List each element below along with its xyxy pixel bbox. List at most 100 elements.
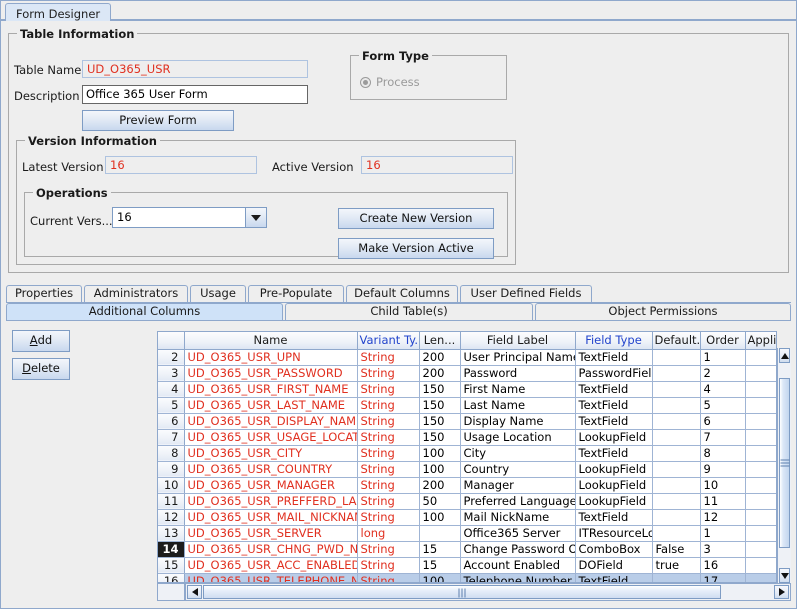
column-header-name[interactable]: Name	[184, 332, 358, 350]
cell-default_value[interactable]	[652, 445, 701, 462]
cell-order[interactable]: 17	[700, 573, 746, 582]
cell-application_profile[interactable]	[745, 541, 776, 558]
chevron-down-icon[interactable]	[245, 208, 266, 227]
cell-default_value[interactable]	[652, 573, 701, 582]
cell-order[interactable]: 1	[700, 525, 746, 542]
cell-length[interactable]: 100	[419, 461, 461, 478]
row-number-cell[interactable]: 5	[158, 397, 185, 414]
table-row[interactable]: 5 UD_O365_USR_LAST_NAME String 150 Last Name…	[158, 397, 776, 414]
cell-field_label[interactable]: Telephone Number	[460, 573, 576, 582]
current-version-combo[interactable]: 16	[112, 207, 267, 228]
table-row[interactable]: 15 UD_O365_USR_ACC_ENABLED String 15 Account…	[158, 557, 776, 574]
cell-length[interactable]: 15	[419, 541, 461, 558]
cell-order[interactable]: 4	[700, 381, 746, 398]
row-number-cell[interactable]: 9	[158, 461, 185, 478]
cell-field_type[interactable]: DOField	[575, 557, 653, 574]
column-header-rownum[interactable]	[158, 332, 185, 350]
tab-pre-populate[interactable]: Pre-Populate	[248, 285, 344, 302]
table-row[interactable]: 8 UD_O365_USR_CITY String 100 City TextField 8	[158, 445, 776, 462]
tab-administrators[interactable]: Administrators	[84, 285, 188, 302]
cell-length[interactable]: 200	[419, 477, 461, 494]
cell-order[interactable]: 6	[700, 413, 746, 430]
cell-name[interactable]: UD_O365_USR_CHNG_PWD_NXT_LOGIN	[184, 541, 358, 558]
cell-name[interactable]: UD_O365_USR_DISPLAY_NAME	[184, 413, 358, 430]
description-input[interactable]: Office 365 User Form	[82, 85, 308, 104]
cell-field_type[interactable]: TextField	[575, 509, 653, 526]
cell-name[interactable]: UD_O365_USR_PASSWORD	[184, 365, 358, 382]
tab-child-table-s[interactable]: Child Table(s)	[285, 303, 533, 320]
cell-field_label[interactable]: Country	[460, 461, 576, 478]
cell-order[interactable]: 9	[700, 461, 746, 478]
table-row[interactable]: 14UD_O365_USR_CHNG_PWD_NXT_LOGINString15…	[158, 541, 776, 558]
cell-length[interactable]: 15	[419, 557, 461, 574]
column-header-variant_type[interactable]: Variant Ty...	[357, 332, 420, 350]
cell-variant_type[interactable]: String	[357, 365, 420, 382]
row-number-cell[interactable]: 3	[158, 365, 185, 382]
cell-name[interactable]: UD_O365_USR_USAGE_LOCATION	[184, 429, 358, 446]
cell-name[interactable]: UD_O365_USR_FIRST_NAME	[184, 381, 358, 398]
cell-default_value[interactable]	[652, 525, 701, 542]
cell-default_value[interactable]	[652, 413, 701, 430]
row-number-cell[interactable]: 6	[158, 413, 185, 430]
table-row[interactable]: 12 UD_O365_USR_MAIL_NICKNAME String 100 Mail…	[158, 509, 776, 526]
vertical-scroll-thumb[interactable]	[779, 378, 790, 548]
cell-order[interactable]: 5	[700, 397, 746, 414]
cell-field_label[interactable]: Mail NickName	[460, 509, 576, 526]
cell-field_type[interactable]: LookupField	[575, 493, 653, 510]
table-row[interactable]: 3 UD_O365_USR_PASSWORD String 200 Password Pa…	[158, 365, 776, 382]
scroll-down-button[interactable]	[779, 568, 790, 583]
cell-field_label[interactable]: Account Enabled	[460, 557, 576, 574]
cell-variant_type[interactable]: String	[357, 493, 420, 510]
cell-name[interactable]: UD_O365_USR_COUNTRY	[184, 461, 358, 478]
grid-vertical-scrollbar[interactable]	[777, 348, 791, 583]
tab-form-designer[interactable]: Form Designer	[5, 3, 112, 21]
cell-length[interactable]: 100	[419, 509, 461, 526]
table-row[interactable]: 10 UD_O365_USR_MANAGER String 200 Manager Loo…	[158, 477, 776, 494]
row-number-cell[interactable]: 8	[158, 445, 185, 462]
cell-variant_type[interactable]: String	[357, 413, 420, 430]
tab-usage[interactable]: Usage	[190, 285, 246, 302]
cell-field_type[interactable]: LookupField	[575, 429, 653, 446]
preview-form-button[interactable]: Preview Form	[82, 110, 234, 131]
cell-name[interactable]: UD_O365_USR_PREFFERD_LANGUAGE	[184, 493, 358, 510]
cell-variant_type[interactable]: String	[357, 461, 420, 478]
cell-default_value[interactable]	[652, 477, 701, 494]
row-number-cell[interactable]: 11	[158, 493, 185, 510]
cell-name[interactable]: UD_O365_USR_ACC_ENABLED	[184, 557, 358, 574]
column-header-default_value[interactable]: Default...	[652, 332, 701, 350]
cell-field_type[interactable]: TextField	[575, 381, 653, 398]
cell-field_label[interactable]: User Principal Name	[460, 349, 576, 366]
cell-name[interactable]: UD_O365_USR_LAST_NAME	[184, 397, 358, 414]
cell-application_profile[interactable]	[745, 509, 776, 526]
cell-default_value[interactable]	[652, 349, 701, 366]
cell-field_label[interactable]: Manager	[460, 477, 576, 494]
cell-application_profile[interactable]	[745, 381, 776, 398]
tab-default-columns[interactable]: Default Columns	[346, 285, 458, 302]
cell-field_type[interactable]: LookupField	[575, 477, 653, 494]
cell-order[interactable]: 3	[700, 541, 746, 558]
cell-application_profile[interactable]	[745, 525, 776, 542]
cell-length[interactable]: 150	[419, 397, 461, 414]
cell-default_value[interactable]	[652, 397, 701, 414]
cell-field_label[interactable]: Usage Location	[460, 429, 576, 446]
cell-name[interactable]: UD_O365_USR_TELEPHONE_NUMBER	[184, 573, 358, 582]
cell-order[interactable]: 11	[700, 493, 746, 510]
cell-length[interactable]: 100	[419, 445, 461, 462]
scroll-left-button[interactable]	[187, 585, 202, 599]
cell-field_type[interactable]: ComboBox	[575, 541, 653, 558]
cell-field_label[interactable]: Password	[460, 365, 576, 382]
table-row[interactable]: 11UD_O365_USR_PREFFERD_LANGUAGEString50P…	[158, 493, 776, 510]
column-header-order[interactable]: Order	[700, 332, 746, 350]
cell-application_profile[interactable]	[745, 397, 776, 414]
cell-variant_type[interactable]: String	[357, 349, 420, 366]
column-header-field_label[interactable]: Field Label	[460, 332, 576, 350]
cell-name[interactable]: UD_O365_USR_CITY	[184, 445, 358, 462]
cell-name[interactable]: UD_O365_USR_MAIL_NICKNAME	[184, 509, 358, 526]
cell-default_value[interactable]: False	[652, 541, 701, 558]
cell-field_label[interactable]: Display Name	[460, 413, 576, 430]
cell-application_profile[interactable]	[745, 413, 776, 430]
table-row[interactable]: 9 UD_O365_USR_COUNTRY String 100 Country Look…	[158, 461, 776, 478]
cell-field_type[interactable]: TextField	[575, 397, 653, 414]
row-number-cell[interactable]: 7	[158, 429, 185, 446]
cell-field_label[interactable]: First Name	[460, 381, 576, 398]
